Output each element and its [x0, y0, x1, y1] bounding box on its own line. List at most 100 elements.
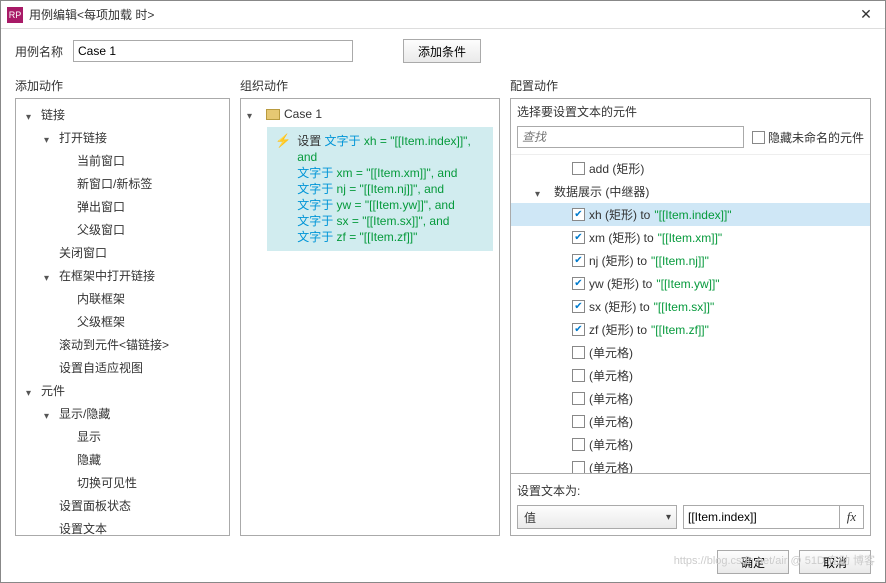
widget-row[interactable]: (单元格): [511, 341, 870, 364]
fx-button[interactable]: fx: [839, 506, 863, 528]
widget-checkbox[interactable]: [572, 277, 585, 290]
widget-checkbox[interactable]: [572, 162, 585, 175]
widget-row[interactable]: add (矩形): [511, 157, 870, 180]
caret-icon: [44, 132, 56, 144]
tree-item[interactable]: 设置面板状态: [16, 494, 229, 517]
tree-item-label: 父级框架: [77, 313, 125, 330]
widget-checkbox[interactable]: [572, 438, 585, 451]
widget-row[interactable]: sx (矩形) to "[[Item.sx]]": [511, 295, 870, 318]
value-type-selected: 值: [524, 509, 536, 526]
action-block[interactable]: ⚡ 设置 文字于 xh = "[[Item.index]]", and文字于 x…: [267, 127, 493, 251]
titlebar: RP 用例编辑<每项加载 时> ✕: [1, 1, 885, 29]
tree-item[interactable]: 滚动到元件<锚链接>: [16, 333, 229, 356]
action-verb: 设置: [297, 134, 324, 148]
tree-item[interactable]: 新窗口/新标签: [16, 172, 229, 195]
hide-unnamed-text: 隐藏未命名的元件: [768, 129, 864, 146]
widget-row[interactable]: (单元格): [511, 387, 870, 410]
add-actions-panel: 链接打开链接当前窗口新窗口/新标签弹出窗口父级窗口关闭窗口在框架中打开链接内联框…: [15, 98, 230, 536]
caret-icon: [26, 109, 38, 121]
tree-item-label: 新窗口/新标签: [77, 175, 152, 192]
widget-label: zf (矩形) to: [589, 321, 647, 338]
widget-checkbox[interactable]: [572, 254, 585, 267]
widget-row[interactable]: yw (矩形) to "[[Item.yw]]": [511, 272, 870, 295]
widget-row[interactable]: 数据展示 (中继器): [511, 180, 870, 203]
folder-icon: [266, 109, 280, 120]
widget-row[interactable]: (单元格): [511, 364, 870, 387]
tree-item-label: 元件: [41, 382, 65, 399]
action-line: 文字于 yw = "[[Item.yw]]", and: [297, 197, 485, 213]
tree-item[interactable]: 当前窗口: [16, 149, 229, 172]
widget-row[interactable]: xh (矩形) to "[[Item.index]]": [511, 203, 870, 226]
tree-item[interactable]: 隐藏: [16, 448, 229, 471]
tree-item[interactable]: 设置自适应视图: [16, 356, 229, 379]
widget-row[interactable]: (单元格): [511, 433, 870, 456]
tree-item-label: 设置面板状态: [59, 497, 131, 514]
widget-label: nj (矩形) to: [589, 252, 647, 269]
widget-value: "[[Item.index]]": [654, 208, 731, 222]
add-actions-label: 添加动作: [15, 73, 230, 98]
action-line: 设置 文字于 xh = "[[Item.index]]", and: [297, 133, 485, 165]
bolt-icon: ⚡: [275, 133, 291, 245]
widget-checkbox[interactable]: [572, 369, 585, 382]
ok-button[interactable]: 确定: [717, 550, 789, 574]
case-label: Case 1: [284, 107, 322, 121]
widget-checkbox[interactable]: [572, 392, 585, 405]
search-input[interactable]: [517, 126, 744, 148]
value-input[interactable]: [683, 505, 864, 529]
caret-icon: [44, 408, 56, 420]
case-name-input[interactable]: [73, 40, 353, 62]
action-expr: yw = "[[Item.yw]]", and: [337, 198, 455, 212]
case-name-row: 用例名称 添加条件: [1, 29, 885, 73]
widget-row[interactable]: xm (矩形) to "[[Item.xm]]": [511, 226, 870, 249]
widget-checkbox[interactable]: [572, 300, 585, 313]
add-condition-button[interactable]: 添加条件: [403, 39, 481, 63]
caret-icon: [247, 108, 259, 120]
organize-actions-label: 组织动作: [240, 73, 500, 98]
widget-label: sx (矩形) to: [589, 298, 650, 315]
widget-checkbox[interactable]: [572, 208, 585, 221]
caret-icon: [535, 186, 547, 198]
tree-item[interactable]: 父级框架: [16, 310, 229, 333]
widget-row[interactable]: zf (矩形) to "[[Item.zf]]": [511, 318, 870, 341]
tree-item[interactable]: 链接: [16, 103, 229, 126]
configure-actions-panel: 选择要设置文本的元件 隐藏未命名的元件 add (矩形)数据展示 (中继器)xh…: [510, 98, 871, 536]
widget-value: "[[Item.xm]]": [658, 231, 723, 245]
configure-subtitle: 选择要设置文本的元件: [511, 99, 870, 124]
tree-item-label: 滚动到元件<锚链接>: [59, 336, 169, 353]
widget-row[interactable]: (单元格): [511, 456, 870, 473]
case-row[interactable]: Case 1: [241, 103, 499, 125]
hide-unnamed-label[interactable]: 隐藏未命名的元件: [752, 129, 864, 146]
widget-checkbox[interactable]: [572, 231, 585, 244]
cancel-button[interactable]: 取消: [799, 550, 871, 574]
tree-item[interactable]: 切换可见性: [16, 471, 229, 494]
tree-item[interactable]: 打开链接: [16, 126, 229, 149]
tree-item[interactable]: 父级窗口: [16, 218, 229, 241]
tree-item-label: 当前窗口: [77, 152, 125, 169]
tree-item[interactable]: 关闭窗口: [16, 241, 229, 264]
widget-checkbox[interactable]: [572, 415, 585, 428]
widget-checkbox[interactable]: [572, 346, 585, 359]
caret-icon: [26, 385, 38, 397]
configure-actions-label: 配置动作: [510, 73, 871, 98]
action-label: 文字于: [297, 166, 336, 180]
widget-checkbox[interactable]: [572, 461, 585, 473]
tree-item[interactable]: 弹出窗口: [16, 195, 229, 218]
window-title: 用例编辑<每项加载 时>: [29, 6, 853, 23]
hide-unnamed-checkbox[interactable]: [752, 131, 765, 144]
tree-item-label: 父级窗口: [77, 221, 125, 238]
action-label: 文字于: [297, 198, 336, 212]
tree-item[interactable]: 元件: [16, 379, 229, 402]
tree-item[interactable]: 显示/隐藏: [16, 402, 229, 425]
widget-label: xh (矩形) to: [589, 206, 650, 223]
action-line: 文字于 nj = "[[Item.nj]]", and: [297, 181, 485, 197]
case-name-label: 用例名称: [15, 43, 63, 60]
widget-row[interactable]: nj (矩形) to "[[Item.nj]]": [511, 249, 870, 272]
widget-row[interactable]: (单元格): [511, 410, 870, 433]
tree-item[interactable]: 在框架中打开链接: [16, 264, 229, 287]
widget-checkbox[interactable]: [572, 323, 585, 336]
tree-item[interactable]: 显示: [16, 425, 229, 448]
tree-item[interactable]: 设置文本: [16, 517, 229, 536]
value-type-select[interactable]: 值: [517, 505, 677, 529]
close-icon[interactable]: ✕: [853, 5, 879, 25]
tree-item[interactable]: 内联框架: [16, 287, 229, 310]
